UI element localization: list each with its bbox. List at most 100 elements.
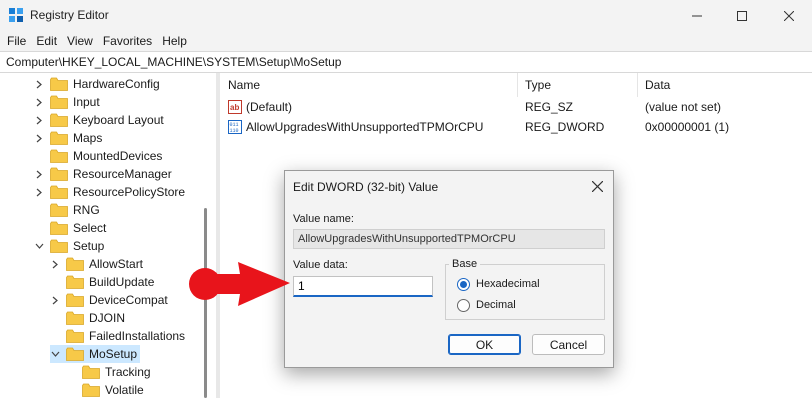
- string-value-icon: ab: [228, 100, 242, 114]
- folder-icon: [66, 311, 84, 325]
- maximize-button[interactable]: [719, 0, 765, 31]
- tree-item[interactable]: FailedInstallations: [50, 327, 185, 345]
- folder-icon: [82, 383, 100, 397]
- minimize-button[interactable]: [674, 0, 720, 31]
- tree-item[interactable]: ResourceManager: [34, 165, 172, 183]
- tree-item[interactable]: MountedDevices: [34, 147, 162, 165]
- folder-icon: [66, 347, 84, 361]
- list-header: Name Type Data: [221, 73, 812, 97]
- dword-value-icon: 011 110: [228, 120, 242, 134]
- maximize-icon: [737, 10, 747, 21]
- folder-icon: [50, 149, 68, 163]
- menu-file[interactable]: File: [2, 31, 31, 51]
- radio-hexadecimal-label: Hexadecimal: [476, 278, 540, 290]
- radio-unchecked-icon[interactable]: [457, 298, 470, 312]
- folder-icon: [82, 365, 100, 379]
- folder-icon: [50, 131, 68, 145]
- value-name-field: AllowUpgradesWithUnsupportedTPMOrCPU: [293, 229, 605, 249]
- column-name[interactable]: Name: [221, 73, 518, 97]
- tree-item[interactable]: Input: [34, 93, 100, 111]
- tree-item[interactable]: RNG: [34, 201, 100, 219]
- value-type: REG_SZ: [525, 100, 574, 114]
- ok-button[interactable]: OK: [448, 334, 521, 355]
- tree-item[interactable]: MoSetup: [50, 345, 141, 363]
- chevron-down-icon[interactable]: [50, 349, 60, 359]
- tree-item-label: Volatile: [105, 383, 144, 397]
- tree-item-label: BuildUpdate: [89, 275, 155, 289]
- tree-item[interactable]: Keyboard Layout: [34, 111, 164, 129]
- menu-view[interactable]: View: [62, 31, 98, 51]
- key-tree[interactable]: HardwareConfig Input Keyboard Layout Maps Mo…: [0, 73, 213, 398]
- tree-item[interactable]: Tracking: [66, 363, 151, 381]
- tree-item[interactable]: AllowStart: [50, 255, 143, 273]
- tree-item-label: Tracking: [105, 365, 151, 379]
- cancel-button[interactable]: Cancel: [532, 334, 605, 355]
- edit-dword-dialog: Edit DWORD (32-bit) Value Value name: Al…: [284, 170, 614, 368]
- tree-item-label: ResourceManager: [73, 167, 172, 181]
- tree-item-label: Input: [73, 95, 100, 109]
- chevron-right-icon[interactable]: [34, 133, 44, 143]
- value-data-label: Value data:: [293, 259, 348, 271]
- tree-item-label: Keyboard Layout: [73, 113, 164, 127]
- chevron-right-icon[interactable]: [50, 259, 60, 269]
- chevron-right-icon[interactable]: [34, 169, 44, 179]
- tree-item-label: FailedInstallations: [89, 329, 186, 343]
- tree-item-label: RNG: [73, 203, 100, 217]
- radio-hexadecimal[interactable]: Hexadecimal: [457, 276, 540, 292]
- radio-checked-icon[interactable]: [457, 277, 470, 291]
- close-icon: [591, 180, 603, 192]
- tree-item-label: DJOIN: [89, 311, 125, 325]
- folder-icon: [66, 329, 84, 343]
- dialog-close-button[interactable]: [588, 177, 606, 195]
- value-data: (value not set): [645, 100, 722, 114]
- folder-icon: [50, 239, 68, 253]
- chevron-down-icon[interactable]: [34, 241, 44, 251]
- chevron-right-icon[interactable]: [50, 295, 60, 305]
- folder-icon: [66, 275, 84, 289]
- close-button[interactable]: [766, 0, 812, 31]
- tree-item[interactable]: Volatile: [66, 381, 144, 398]
- value-row-allowupgrades[interactable]: 011 110 AllowUpgradesWithUnsupportedTPMO…: [221, 117, 812, 137]
- column-type[interactable]: Type: [518, 73, 638, 97]
- svg-text:110: 110: [230, 128, 239, 134]
- tree-item[interactable]: Maps: [34, 129, 102, 147]
- value-row-default[interactable]: ab (Default) REG_SZ (value not set): [221, 97, 812, 117]
- value-name: (Default): [246, 100, 293, 114]
- chevron-right-icon[interactable]: [34, 115, 44, 125]
- radio-decimal[interactable]: Decimal: [457, 297, 516, 313]
- tree-item-label: ResourcePolicyStore: [73, 185, 186, 199]
- radio-decimal-label: Decimal: [476, 299, 516, 311]
- dialog-title: Edit DWORD (32-bit) Value: [293, 180, 439, 194]
- folder-icon: [50, 167, 68, 181]
- tree-item[interactable]: Setup: [34, 237, 104, 255]
- tree-item[interactable]: DJOIN: [50, 309, 125, 327]
- menu-favorites[interactable]: Favorites: [98, 31, 157, 51]
- menu-bar: File Edit View Favorites Help: [0, 31, 812, 51]
- pane-splitter[interactable]: [216, 73, 220, 398]
- tree-item-label: Setup: [73, 239, 105, 253]
- tree-item[interactable]: HardwareConfig: [34, 75, 160, 93]
- value-data-input[interactable]: [293, 276, 433, 297]
- tree-scrollbar[interactable]: [203, 73, 209, 398]
- red-arrow-icon: [189, 262, 290, 306]
- tree-item[interactable]: DeviceCompat: [50, 291, 168, 309]
- column-data[interactable]: Data: [638, 73, 812, 97]
- folder-icon: [50, 113, 68, 127]
- chevron-right-icon[interactable]: [34, 187, 44, 197]
- chevron-right-icon[interactable]: [34, 79, 44, 89]
- title-bar: Registry Editor: [0, 0, 812, 31]
- tree-item[interactable]: Select: [34, 219, 106, 237]
- address-bar[interactable]: Computer\HKEY_LOCAL_MACHINE\SYSTEM\Setup…: [0, 51, 812, 73]
- chevron-right-icon[interactable]: [34, 97, 44, 107]
- tree-item[interactable]: ResourcePolicyStore: [34, 183, 185, 201]
- menu-edit[interactable]: Edit: [31, 31, 62, 51]
- tree-item[interactable]: BuildUpdate: [50, 273, 154, 291]
- menu-help[interactable]: Help: [157, 31, 192, 51]
